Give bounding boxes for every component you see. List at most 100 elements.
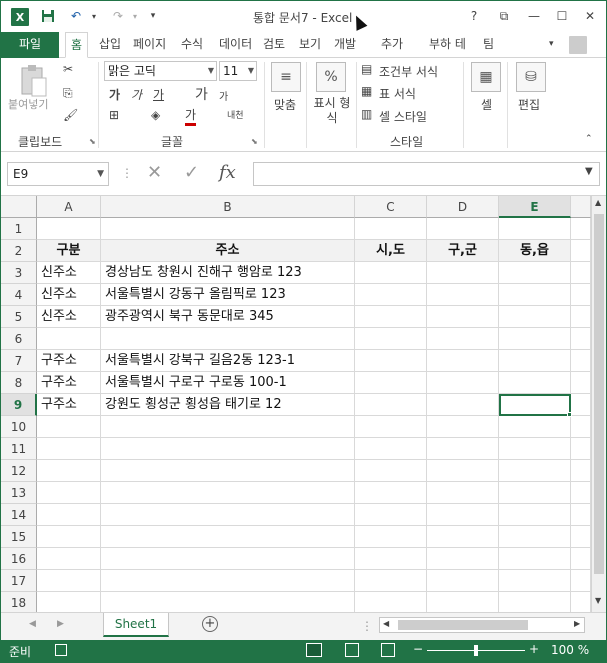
cell-e10[interactable] [499, 416, 571, 438]
cell-d1[interactable] [427, 218, 499, 240]
cell-b15[interactable] [101, 526, 355, 548]
cell-f4[interactable] [571, 284, 591, 306]
cell-c10[interactable] [355, 416, 427, 438]
column-header-f[interactable] [571, 196, 591, 218]
phonetic-button[interactable]: 내천 [227, 108, 244, 121]
vertical-scrollbar[interactable]: ▲ ▼ [591, 196, 606, 612]
format-painter-icon[interactable]: 🖌 [63, 108, 78, 122]
cell-e15[interactable] [499, 526, 571, 548]
macro-record-icon[interactable] [55, 644, 67, 656]
fill-color-icon[interactable]: ◈ [151, 108, 160, 122]
page-break-view-icon[interactable] [381, 643, 395, 657]
cell-f18[interactable] [571, 592, 591, 612]
cell-f14[interactable] [571, 504, 591, 526]
cell-e18[interactable] [499, 592, 571, 612]
zoom-in-button[interactable]: + [529, 642, 539, 656]
grow-font-button[interactable]: 가 [195, 84, 208, 104]
cell-c9[interactable] [355, 394, 427, 416]
row-header-15[interactable]: 15 [1, 526, 37, 548]
cells-icon[interactable]: ▦ [471, 62, 501, 92]
font-name-select[interactable]: 맑은 고딕 ▼ [104, 61, 217, 81]
scroll-up-icon[interactable]: ▲ [595, 198, 601, 207]
row-header-7[interactable]: 7 [1, 350, 37, 372]
cell-c16[interactable] [355, 548, 427, 570]
cell-c8[interactable] [355, 372, 427, 394]
cell-a1[interactable] [37, 218, 101, 240]
cell-f3[interactable] [571, 262, 591, 284]
cell-d10[interactable] [427, 416, 499, 438]
cell-f8[interactable] [571, 372, 591, 394]
row-header-17[interactable]: 17 [1, 570, 37, 592]
cell-d5[interactable] [427, 306, 499, 328]
cell-b10[interactable] [101, 416, 355, 438]
column-header-e[interactable]: E [499, 196, 571, 218]
cell-f17[interactable] [571, 570, 591, 592]
cell-d8[interactable] [427, 372, 499, 394]
row-header-4[interactable]: 4 [1, 284, 37, 306]
cell-b16[interactable] [101, 548, 355, 570]
tab-developer[interactable]: 개발 [334, 32, 356, 58]
column-header-c[interactable]: C [355, 196, 427, 218]
cell-d11[interactable] [427, 438, 499, 460]
cell-f5[interactable] [571, 306, 591, 328]
tab-page-layout[interactable]: 페이지 [133, 32, 166, 58]
cell-d4[interactable] [427, 284, 499, 306]
zoom-level[interactable]: 100 % [551, 643, 589, 657]
cell-b8[interactable]: 서울특별시 구로구 구로동 100-1 [101, 372, 355, 394]
cell-f10[interactable] [571, 416, 591, 438]
cell-d18[interactable] [427, 592, 499, 612]
cell-c5[interactable] [355, 306, 427, 328]
cell-b12[interactable] [101, 460, 355, 482]
cell-a11[interactable] [37, 438, 101, 460]
tab-load-test[interactable]: 부하 테 [429, 32, 466, 58]
cell-b13[interactable] [101, 482, 355, 504]
row-header-3[interactable]: 3 [1, 262, 37, 284]
cell-f7[interactable] [571, 350, 591, 372]
cell-b11[interactable] [101, 438, 355, 460]
select-all-corner[interactable] [1, 196, 37, 218]
cell-b9[interactable]: 강원도 횡성군 횡성읍 태기로 12 [101, 394, 355, 416]
cell-a15[interactable] [37, 526, 101, 548]
tab-data[interactable]: 데이터 [219, 32, 252, 58]
find-binoculars-icon[interactable]: ⛁ [516, 62, 546, 92]
cell-a14[interactable] [37, 504, 101, 526]
cell-c2[interactable]: 시,도 [355, 240, 427, 262]
tab-home[interactable]: 홈 [65, 32, 89, 58]
tab-addins[interactable]: 추가 [381, 32, 403, 58]
horizontal-scrollbar[interactable]: ◀ ▶ [379, 617, 585, 633]
column-header-b[interactable]: B [101, 196, 355, 218]
expand-formula-icon[interactable]: ▼ [585, 166, 593, 177]
number-format-label[interactable]: 표시 형식 [310, 96, 354, 126]
minimize-button[interactable]: — [524, 6, 544, 26]
cell-a12[interactable] [37, 460, 101, 482]
cell-c17[interactable] [355, 570, 427, 592]
percent-icon[interactable]: % [316, 62, 346, 92]
cell-d16[interactable] [427, 548, 499, 570]
cell-c14[interactable] [355, 504, 427, 526]
zoom-slider-thumb[interactable] [474, 645, 478, 656]
redo-icon[interactable]: ↷ [109, 7, 127, 25]
shrink-font-button[interactable]: 가 [219, 88, 228, 103]
cell-styles-button[interactable]: 셀 스타일 [379, 108, 427, 125]
scroll-left-icon[interactable]: ◀ [383, 619, 389, 628]
cell-f6[interactable] [571, 328, 591, 350]
redo-dropdown-icon[interactable]: ▾ [126, 7, 144, 25]
cell-e9[interactable] [499, 394, 571, 416]
zoom-out-button[interactable]: − [413, 642, 423, 656]
row-header-6[interactable]: 6 [1, 328, 37, 350]
close-button[interactable]: ✕ [580, 6, 600, 26]
cell-a5[interactable]: 신주소 [37, 306, 101, 328]
cell-b2[interactable]: 주소 [101, 240, 355, 262]
sheet-prev-icon[interactable]: ◀ [29, 619, 36, 629]
cell-a3[interactable]: 신주소 [37, 262, 101, 284]
cell-a16[interactable] [37, 548, 101, 570]
conditional-format-button[interactable]: 조건부 서식 [379, 63, 438, 80]
cell-c18[interactable] [355, 592, 427, 612]
cell-d12[interactable] [427, 460, 499, 482]
cell-b14[interactable] [101, 504, 355, 526]
cell-b7[interactable]: 서울특별시 강북구 길음2동 123-1 [101, 350, 355, 372]
cell-a17[interactable] [37, 570, 101, 592]
cell-e11[interactable] [499, 438, 571, 460]
cell-a10[interactable] [37, 416, 101, 438]
customize-qat-icon[interactable]: ▾ [144, 7, 162, 25]
